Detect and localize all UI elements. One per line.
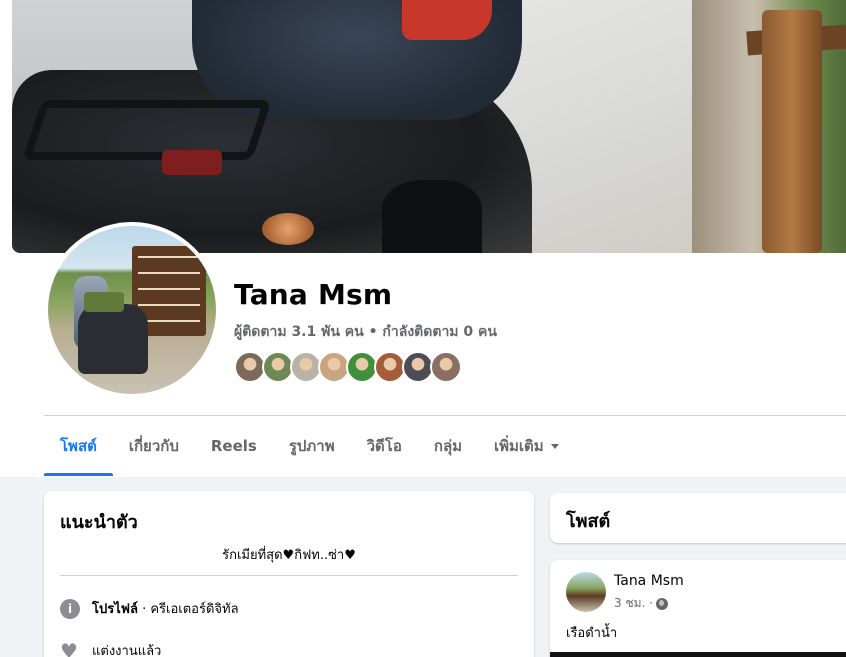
intro-card: แนะนำตัว รักเมียที่สุด♥กิฟท..ซ่า♥ i โปรไ…	[44, 491, 534, 657]
cover-wheel	[382, 180, 482, 253]
post-card: Tana Msm 3 ชม. · เรือดำน้ำ	[550, 560, 846, 657]
cover-indicator	[262, 213, 314, 245]
intro-relationship: แต่งงานแล้ว	[92, 644, 162, 657]
cover-rack	[22, 100, 272, 160]
profile-avatar[interactable]	[48, 226, 216, 394]
profile-stats[interactable]: ผู้ติดตาม 3.1 พัน คน • กำลังติดตาม 0 คน	[234, 321, 497, 343]
post-media[interactable]	[550, 652, 846, 657]
post-meta: 3 ชม. ·	[614, 594, 668, 613]
mutual-friend-avatar[interactable]	[430, 351, 462, 383]
intro-divider	[60, 575, 518, 576]
post-time[interactable]: 3 ชม. ·	[614, 594, 653, 613]
posts-header-card: โพสต์	[550, 493, 846, 543]
tab-label: เกี่ยวกับ	[128, 437, 179, 455]
intro-profile-value: · ครีเอเตอร์ดิจิทัล	[142, 602, 239, 617]
avatar-motorcycle	[78, 304, 148, 374]
tab-label: Reels	[210, 437, 257, 455]
posts-title: โพสต์	[566, 511, 611, 532]
tab-6[interactable]: เพิ่มเติม	[478, 416, 575, 476]
post-author-avatar[interactable]	[566, 572, 606, 612]
globe-icon	[655, 597, 668, 610]
profile-name: Tana Msm	[234, 278, 393, 311]
intro-title: แนะนำตัว	[60, 512, 138, 533]
tab-label: วิดีโอ	[366, 437, 402, 455]
tab-4[interactable]: วิดีโอ	[351, 416, 418, 476]
tab-0[interactable]: โพสต์	[44, 416, 113, 476]
cover-photo[interactable]	[12, 0, 846, 253]
cover-post	[762, 10, 822, 253]
tab-5[interactable]: กลุ่ม	[418, 416, 478, 476]
intro-bio: รักเมียที่สุด♥กิฟท..ซ่า♥	[222, 548, 356, 563]
cover-taillight	[162, 150, 222, 175]
tab-1[interactable]: เกี่ยวกับ	[113, 416, 195, 476]
profile-avatar-frame[interactable]	[44, 222, 220, 398]
mutual-friends-row[interactable]	[234, 351, 462, 383]
cover-red-part	[402, 0, 492, 40]
caret-down-icon	[550, 443, 559, 449]
tab-3[interactable]: รูปภาพ	[273, 416, 351, 476]
profile-header: Tana Msm ผู้ติดตาม 3.1 พัน คน • กำลังติด…	[0, 0, 846, 477]
heart-icon: ♥	[60, 638, 78, 657]
tab-label: โพสต์	[60, 437, 97, 455]
profile-tabs: โพสต์ เกี่ยวกับ Reels รูปภาพ วิดีโอ กลุ่ม เพิ่…	[44, 416, 575, 476]
tab-2[interactable]: Reels	[195, 416, 273, 476]
tab-label: กลุ่ม	[433, 437, 463, 455]
info-icon: i	[60, 598, 80, 619]
post-author-name[interactable]: Tana Msm	[614, 573, 684, 589]
intro-profile-label[interactable]: โปรไฟล์	[92, 598, 138, 619]
post-text: เรือดำน้ำ	[566, 626, 618, 641]
tab-label: เพิ่มเติม	[494, 437, 544, 455]
intro-profile-row: i โปรไฟล์ · ครีเอเตอร์ดิจิทัล	[60, 598, 239, 619]
intro-relationship-row: ♥ แต่งงานแล้ว	[60, 640, 161, 657]
avatar-bag	[84, 292, 124, 312]
profile-stats-text: ผู้ติดตาม 3.1 พัน คน • กำลังติดตาม 0 คน	[234, 324, 497, 340]
tab-label: รูปภาพ	[288, 437, 335, 455]
